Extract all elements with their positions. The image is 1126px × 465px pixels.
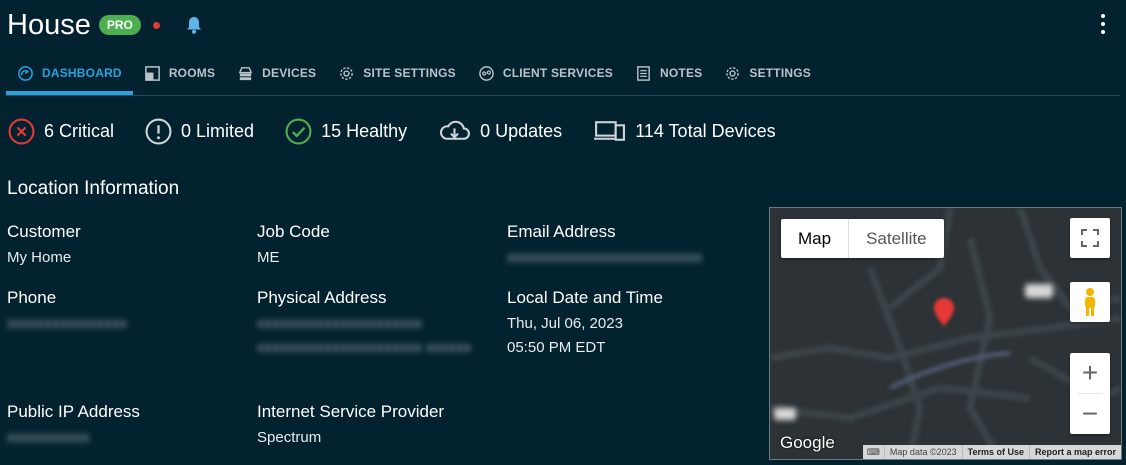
customer-label: Customer (7, 222, 81, 241)
tab-notes[interactable]: NOTES (624, 54, 713, 92)
email-label: Email Address (507, 222, 616, 241)
limited-count: 0 Limited (181, 120, 255, 141)
tab-label: SETTINGS (749, 66, 811, 80)
check-circle-icon (285, 118, 312, 144)
map-attribution: ⌨ Map data ©2023 Terms of Use Report a m… (862, 445, 1121, 459)
tab-label: SITE SETTINGS (363, 66, 456, 80)
satellite-view-button[interactable]: Satellite (849, 219, 943, 258)
address-field: Physical Address xxxxxxxxxxxxxxxxxxxxxx … (257, 288, 472, 360)
updates-count: 0 Updates (480, 120, 563, 141)
tab-site-settings[interactable]: SITE SETTINGS (327, 54, 467, 92)
total-devices-count: 114 Total Devices (635, 120, 776, 141)
fullscreen-button[interactable] (1070, 218, 1110, 258)
pegman-icon (1085, 288, 1095, 316)
isp-field: Internet Service Provider Spectrum (257, 402, 444, 450)
tab-settings[interactable]: SETTINGS (713, 54, 822, 92)
terms-link[interactable]: Terms of Use (961, 445, 1029, 459)
jobcode-label: Job Code (257, 222, 330, 241)
email-value-redacted: xxxxxxxxxxxxxxxxxxxxxxxxxx (507, 249, 702, 266)
ip-field: Public IP Address xxxxxxxxxxx (7, 402, 140, 450)
bell-icon[interactable] (184, 15, 204, 35)
total-devices-status[interactable]: 114 Total Devices (593, 118, 776, 145)
limited-status[interactable]: 0 Limited (145, 118, 254, 145)
map-type-toggle: Map Satellite (781, 219, 944, 258)
map-data-text: Map data ©2023 (883, 445, 962, 459)
healthy-status[interactable]: 15 Healthy (285, 118, 407, 145)
customer-value: My Home (7, 249, 72, 266)
keyboard-shortcuts-icon[interactable]: ⌨ (863, 445, 884, 459)
client-services-icon (479, 65, 494, 81)
updates-status[interactable]: 0 Updates (438, 118, 562, 145)
healthy-count: 15 Healthy (321, 120, 408, 141)
ip-label: Public IP Address (7, 402, 140, 421)
section-title: Location Information (7, 178, 180, 199)
critical-status[interactable]: 6 Critical (8, 118, 114, 145)
tab-label: CLIENT SERVICES (502, 66, 614, 80)
tab-client-services[interactable]: CLIENT SERVICES (467, 54, 624, 92)
customer-field: Customer My Home (7, 222, 81, 270)
datetime-field: Local Date and Time Thu, Jul 06, 2023 05… (507, 288, 663, 360)
pro-badge: PRO (98, 15, 141, 35)
address-label: Physical Address (257, 288, 387, 307)
date-value: Thu, Jul 06, 2023 (507, 315, 623, 332)
isp-label: Internet Service Provider (257, 402, 445, 421)
alert-dot (152, 21, 160, 29)
zoom-controls: + − (1070, 353, 1110, 434)
tab-dashboard[interactable]: DASHBOARD (6, 54, 133, 95)
email-field: Email Address xxxxxxxxxxxxxxxxxxxxxxxxxx (507, 222, 702, 270)
phone-value-redacted: xxxxxxxxxxxxxxxx (7, 315, 127, 332)
tab-devices[interactable]: DEVICES (226, 54, 327, 92)
device-status-summary: 6 Critical 0 Limited 15 Healthy 0 Update… (8, 117, 807, 145)
devices-monitor-icon (594, 120, 626, 141)
tab-label: ROOMS (168, 66, 216, 80)
address-value-redacted: xxxxxxxxxxxxxxxxxxxxxx xxxxxxxxxxxxxxxxx… (257, 315, 472, 356)
tab-bar: DASHBOARD ROOMS DEVICES SITE SETTINGS CL… (6, 54, 1120, 96)
phone-field: Phone xxxxxxxxxxxxxxxx (7, 288, 127, 336)
rooms-icon (144, 65, 160, 81)
isp-value: Spectrum (257, 429, 322, 446)
fullscreen-icon (1081, 229, 1099, 247)
page-header: House PRO (7, 6, 204, 44)
cloud-download-icon (440, 120, 471, 140)
tab-label: DEVICES (262, 66, 317, 80)
tab-label: DASHBOARD (42, 66, 122, 80)
site-title: House (7, 8, 91, 41)
more-options-icon[interactable] (1099, 14, 1107, 34)
map-view-button[interactable]: Map (781, 219, 850, 258)
map-pin-icon (934, 298, 954, 326)
dashboard-icon (18, 65, 33, 81)
time-value: 05:50 PM EDT (507, 339, 606, 356)
report-error-link[interactable]: Report a map error (1028, 445, 1121, 459)
street-view-button[interactable] (1070, 282, 1110, 322)
critical-icon (8, 118, 35, 144)
gear-icon (340, 66, 354, 80)
devices-icon (238, 66, 253, 80)
jobcode-field: Job Code ME (257, 222, 330, 270)
warning-icon (145, 118, 172, 144)
jobcode-value: ME (257, 249, 280, 266)
tab-rooms[interactable]: ROOMS (133, 54, 226, 92)
zoom-in-button[interactable]: + (1070, 353, 1110, 393)
gear-icon (726, 66, 740, 80)
critical-count: 6 Critical (44, 120, 115, 141)
ip-value-redacted: xxxxxxxxxxx (7, 429, 90, 446)
tab-label: NOTES (660, 66, 703, 80)
zoom-out-button[interactable]: − (1070, 394, 1110, 434)
google-logo: Google (780, 433, 835, 452)
notes-icon (637, 65, 650, 81)
phone-label: Phone (7, 288, 57, 307)
datetime-label: Local Date and Time (507, 288, 663, 307)
location-map[interactable]: Map Satellite + − Google ⌨ Map data ©202… (769, 207, 1122, 460)
